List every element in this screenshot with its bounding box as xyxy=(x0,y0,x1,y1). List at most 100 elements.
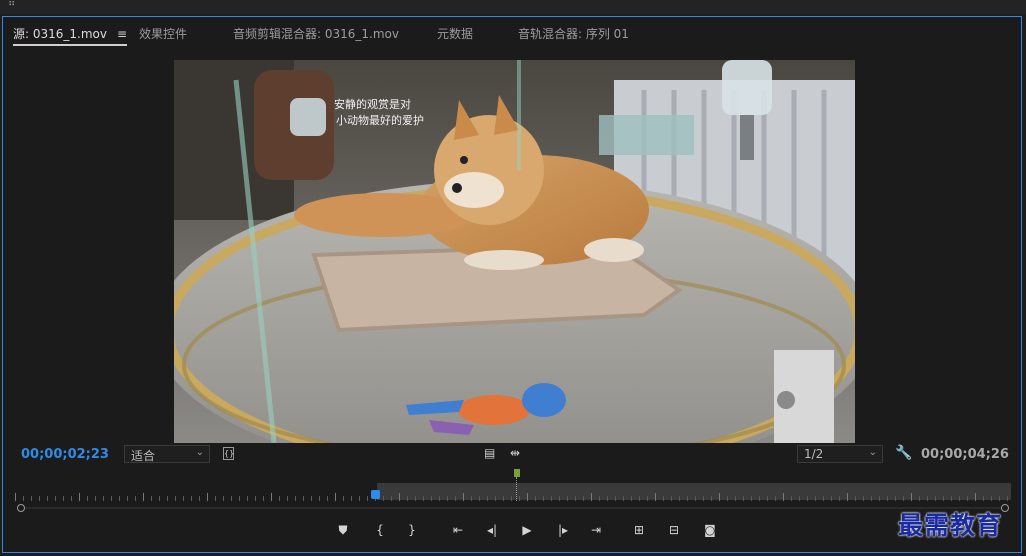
hamburger-icon[interactable]: ≡ xyxy=(117,27,127,41)
ruler-tick xyxy=(895,496,896,501)
ruler-tick xyxy=(599,496,600,501)
video-preview[interactable]: 安静的观赏是对 小动物最好的爱护 xyxy=(174,60,855,443)
ruler-tick xyxy=(655,493,656,501)
ruler-tick xyxy=(111,496,112,501)
ruler-tick xyxy=(79,493,80,501)
insert-icon[interactable]: ⊞ xyxy=(630,523,648,537)
ruler-tick xyxy=(1007,496,1008,501)
ruler-tick xyxy=(959,496,960,501)
ruler-tick xyxy=(719,493,720,501)
ruler-tick xyxy=(439,496,440,501)
add-marker-icon[interactable]: ⛊ xyxy=(334,523,352,538)
ruler-tick xyxy=(911,493,912,501)
ruler-tick xyxy=(855,496,856,501)
ruler-tick xyxy=(135,496,136,501)
ruler-tick xyxy=(543,496,544,501)
ruler-tick xyxy=(191,496,192,501)
tab-audio-clip-mixer[interactable]: 音频剪辑混合器: 0316_1.mov xyxy=(233,25,399,42)
tab-source[interactable]: 源: 0316_1.mov ≡ xyxy=(13,25,128,46)
ruler-tick xyxy=(231,496,232,501)
ruler-tick xyxy=(479,496,480,501)
video-frame-image: 安静的观赏是对 小动物最好的爱护 xyxy=(174,60,855,443)
go-to-in-icon[interactable]: ⇤ xyxy=(449,523,467,537)
ruler-tick xyxy=(255,496,256,501)
ruler-tick xyxy=(999,496,1000,501)
ruler-tick xyxy=(279,496,280,501)
out-point-marker[interactable] xyxy=(514,469,520,477)
ruler-tick xyxy=(559,496,560,501)
zoom-scrollbar-track xyxy=(21,507,1005,509)
go-to-out-icon[interactable]: ⇥ xyxy=(587,523,605,537)
tab-metadata[interactable]: 元数据 xyxy=(437,25,473,42)
ruler-tick xyxy=(159,496,160,501)
ruler-tick xyxy=(679,496,680,501)
ruler-tick xyxy=(431,496,432,501)
ruler-tick xyxy=(919,496,920,501)
ruler-tick xyxy=(807,496,808,501)
zoom-handle-right[interactable] xyxy=(1001,504,1009,512)
ruler-tick xyxy=(975,493,976,501)
ruler-tick xyxy=(311,496,312,501)
ruler-tick xyxy=(95,496,96,501)
step-forward-icon[interactable]: |▸ xyxy=(554,523,572,537)
mark-out-icon[interactable]: } xyxy=(403,523,421,537)
audio-waveform-icon[interactable]: ⇹ xyxy=(510,446,520,460)
ruler-tick xyxy=(887,496,888,501)
ruler-tick xyxy=(47,496,48,501)
ruler-tick xyxy=(591,493,592,501)
ruler-tick xyxy=(295,496,296,501)
ruler-tick xyxy=(319,496,320,501)
playback-resolution-select[interactable]: 1/2 ⌄ xyxy=(797,445,883,463)
ruler-tick xyxy=(119,496,120,501)
playhead[interactable] xyxy=(371,490,380,499)
ruler-tick xyxy=(127,496,128,501)
ruler-tick xyxy=(871,496,872,501)
current-timecode[interactable]: 00;00;02;23 xyxy=(21,447,109,462)
ruler-tick xyxy=(39,496,40,501)
ruler-tick xyxy=(879,496,880,501)
ruler-tick xyxy=(183,496,184,501)
ruler-tick xyxy=(55,496,56,501)
film-strip-icon[interactable]: ▤ xyxy=(484,446,495,460)
play-icon[interactable]: ▶ xyxy=(518,523,536,537)
mark-in-icon[interactable]: { xyxy=(371,523,389,537)
playback-resolution-value: 1/2 xyxy=(804,447,824,461)
ruler-tick xyxy=(343,496,344,501)
camera-icon[interactable]: ◙ xyxy=(701,523,719,537)
time-ruler[interactable] xyxy=(15,469,1011,505)
ruler-tick xyxy=(399,493,400,501)
overwrite-icon[interactable]: ⊟ xyxy=(665,523,683,537)
source-monitor-panel: 源: 0316_1.mov ≡ 效果控件 音频剪辑混合器: 0316_1.mov … xyxy=(2,16,1022,553)
ruler-tick xyxy=(31,496,32,501)
tab-audio-track-mixer[interactable]: 音轨混合器: 序列 01 xyxy=(518,25,629,42)
zoom-handle-left[interactable] xyxy=(17,504,25,512)
grip-icon[interactable]: ⠿ xyxy=(8,0,15,9)
zoom-level-select[interactable]: 适合 ⌄ xyxy=(124,445,210,463)
ruler-tick xyxy=(823,496,824,501)
ruler-tick xyxy=(551,496,552,501)
ruler-tick xyxy=(247,496,248,501)
zoom-scrollbar[interactable] xyxy=(15,504,1011,512)
wrench-icon[interactable]: 🔧 xyxy=(895,445,912,461)
ruler-tick xyxy=(511,496,512,501)
ruler-tick xyxy=(471,496,472,501)
ruler-tick xyxy=(567,496,568,501)
ruler-tick xyxy=(615,496,616,501)
ruler-tick xyxy=(983,496,984,501)
step-back-icon[interactable]: ◂| xyxy=(483,523,501,537)
ruler-tick xyxy=(359,496,360,501)
marker-guide-line xyxy=(516,477,517,501)
ruler-tick xyxy=(535,496,536,501)
ruler-tick xyxy=(335,493,336,501)
sign-line-1: 安静的观赏是对 xyxy=(334,97,411,111)
ruler-tick xyxy=(263,496,264,501)
ruler-tick xyxy=(903,496,904,501)
safe-margins-icon[interactable]: {} xyxy=(223,447,234,460)
tab-effect-controls[interactable]: 效果控件 xyxy=(139,25,187,42)
ruler-tick xyxy=(271,493,272,501)
ruler-tick xyxy=(487,496,488,501)
in-out-range[interactable] xyxy=(377,483,1011,500)
ruler-tick xyxy=(143,493,144,501)
ruler-tick xyxy=(527,493,528,501)
ruler-tick xyxy=(215,496,216,501)
